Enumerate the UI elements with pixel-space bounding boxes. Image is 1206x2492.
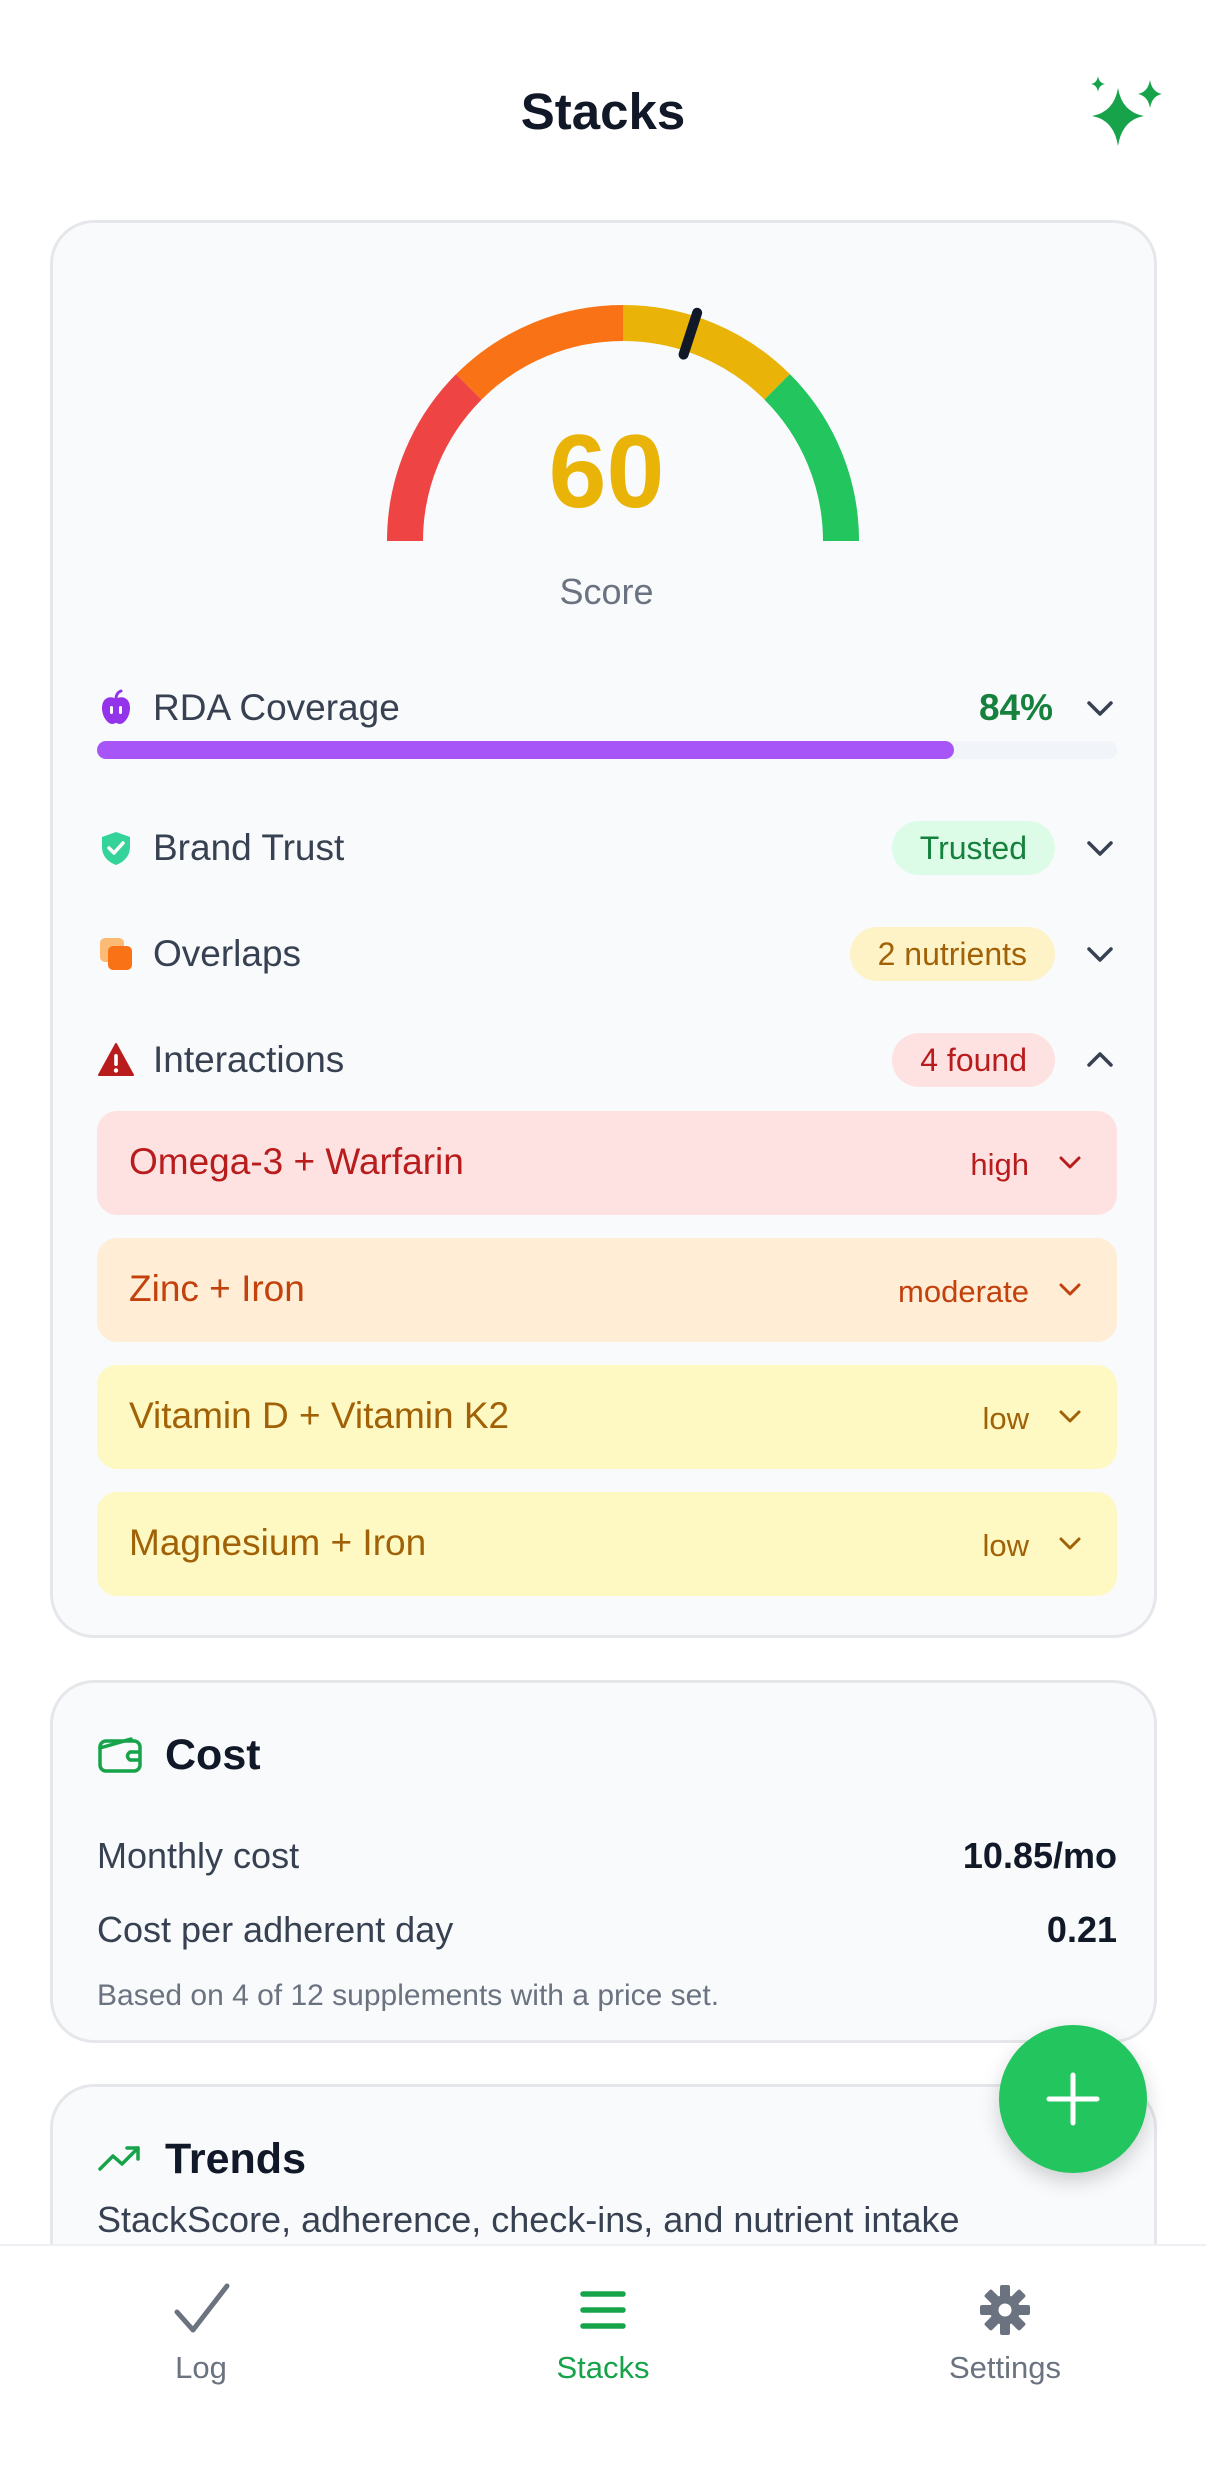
chevron-down-icon bbox=[1059, 1283, 1081, 1296]
sparkles-icon bbox=[1091, 76, 1162, 146]
chevron-down-icon bbox=[1059, 1410, 1081, 1423]
monthly-cost-value: 10.85/mo bbox=[962, 1835, 1117, 1876]
warning-triangle-icon bbox=[98, 1043, 134, 1076]
rda-coverage-label: RDA Coverage bbox=[153, 687, 400, 728]
tab-stacks[interactable]: Stacks bbox=[402, 2246, 804, 2492]
shield-check-icon bbox=[102, 832, 130, 865]
header: Stacks bbox=[0, 0, 1206, 200]
score-value: 60 bbox=[548, 414, 665, 530]
cost-card: Cost Monthly cost 10.85/mo Cost per adhe… bbox=[50, 1680, 1157, 2043]
overlaps-badge: 2 nutrients bbox=[849, 927, 1055, 981]
brand-trust-row[interactable]: Brand Trust Trusted bbox=[97, 813, 1117, 883]
interaction-item[interactable]: Magnesium + Iron low bbox=[97, 1492, 1117, 1596]
list-icon bbox=[580, 2291, 626, 2329]
interaction-severity: moderate bbox=[898, 1274, 1029, 1309]
rda-progress-bar bbox=[97, 741, 1117, 759]
score-card: 60 Score RDA Coverage 84% Brand Trust Tr… bbox=[50, 220, 1157, 1638]
plus-icon bbox=[1046, 2072, 1100, 2126]
interaction-name: Omega-3 + Warfarin bbox=[129, 1141, 464, 1182]
chevron-down-icon bbox=[1087, 947, 1113, 962]
chevron-down-icon bbox=[1059, 1537, 1081, 1550]
interaction-item[interactable]: Zinc + Iron moderate bbox=[97, 1238, 1117, 1342]
interactions-badge: 4 found bbox=[892, 1033, 1055, 1087]
interactions-label: Interactions bbox=[153, 1039, 345, 1080]
gauge-segment bbox=[456, 305, 624, 400]
rda-coverage-row[interactable]: RDA Coverage 84% bbox=[97, 673, 1117, 743]
tab-label: Log bbox=[175, 2350, 227, 2385]
cost-title: Cost bbox=[165, 1731, 261, 1779]
chevron-down-icon bbox=[1087, 701, 1113, 716]
add-button[interactable] bbox=[999, 2025, 1147, 2173]
trends-subtitle: StackScore, adherence, check-ins, and nu… bbox=[97, 2199, 960, 2240]
interaction-item[interactable]: Omega-3 + Warfarin high bbox=[97, 1111, 1117, 1215]
cost-per-day-value: 0.21 bbox=[1046, 1909, 1117, 1950]
apple-icon bbox=[102, 689, 130, 724]
overlap-squares-icon bbox=[100, 938, 132, 970]
rda-progress-fill bbox=[97, 741, 954, 759]
monthly-cost-label: Monthly cost bbox=[97, 1835, 300, 1876]
trends-title: Trends bbox=[165, 2135, 306, 2183]
overlaps-row[interactable]: Overlaps 2 nutrients bbox=[97, 919, 1117, 989]
checkmark-icon bbox=[174, 2283, 230, 2333]
chevron-down-icon bbox=[1087, 841, 1113, 856]
cost-note: Based on 4 of 12 supplements with a pric… bbox=[97, 1979, 720, 2012]
score-label: Score bbox=[559, 571, 654, 612]
tab-label: Stacks bbox=[556, 2350, 650, 2385]
chevron-down-icon bbox=[1059, 1156, 1081, 1169]
sparkles-button[interactable] bbox=[1080, 66, 1176, 162]
interaction-severity: low bbox=[982, 1401, 1029, 1436]
interaction-name: Magnesium + Iron bbox=[129, 1522, 427, 1563]
interaction-item[interactable]: Vitamin D + Vitamin K2 low bbox=[97, 1365, 1117, 1469]
trending-up-icon bbox=[98, 2146, 140, 2171]
tab-settings[interactable]: Settings bbox=[804, 2246, 1206, 2492]
overlaps-label: Overlaps bbox=[153, 933, 302, 974]
brand-trust-label: Brand Trust bbox=[153, 827, 345, 868]
page-title: Stacks bbox=[520, 83, 686, 140]
interaction-severity: high bbox=[970, 1147, 1029, 1182]
gauge-segment bbox=[622, 305, 790, 400]
cost-per-day-row: Cost per adherent day 0.21 bbox=[97, 1909, 1117, 1959]
tab-log[interactable]: Log bbox=[0, 2246, 402, 2492]
gear-icon bbox=[980, 2285, 1030, 2335]
tab-bar: Log Stacks Settings bbox=[0, 2244, 1206, 2492]
interaction-name: Zinc + Iron bbox=[129, 1268, 305, 1309]
wallet-icon bbox=[98, 1737, 142, 1773]
interactions-row[interactable]: Interactions 4 found bbox=[97, 1025, 1117, 1095]
chevron-up-icon bbox=[1087, 1052, 1113, 1067]
monthly-cost-row: Monthly cost 10.85/mo bbox=[97, 1835, 1117, 1885]
tab-label: Settings bbox=[948, 2350, 1061, 2385]
cost-per-day-label: Cost per adherent day bbox=[97, 1909, 454, 1950]
brand-trust-badge: Trusted bbox=[891, 821, 1055, 875]
interaction-name: Vitamin D + Vitamin K2 bbox=[129, 1395, 510, 1436]
interaction-severity: low bbox=[982, 1528, 1029, 1563]
rda-coverage-percent: 84% bbox=[978, 687, 1053, 728]
